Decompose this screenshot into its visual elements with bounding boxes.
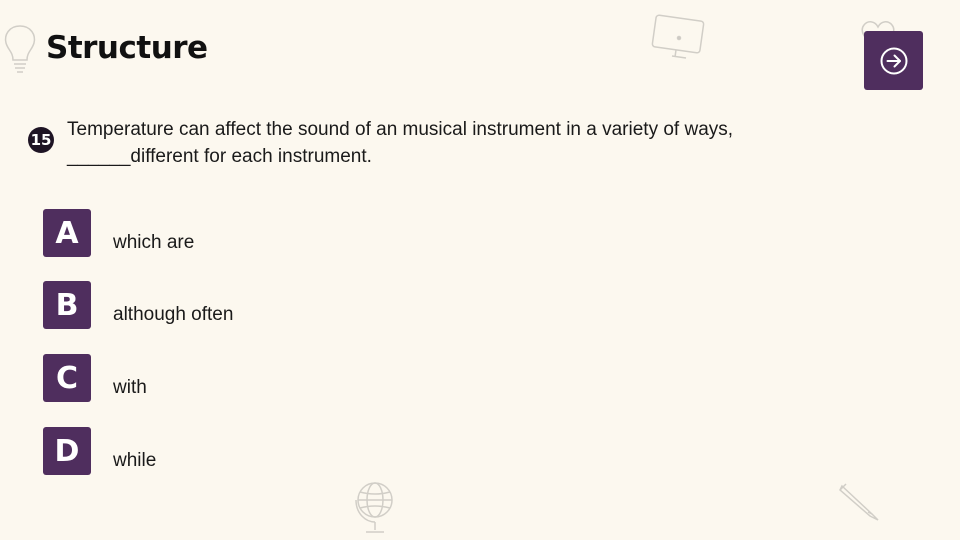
question-text-line-2: ______different for each instrument. [67, 146, 372, 167]
option-b-letter: B [43, 281, 91, 329]
option-c-letter: C [43, 354, 91, 402]
page-title: Structure [46, 30, 208, 66]
monitor-icon [648, 14, 708, 64]
option-a-letter: A [43, 209, 91, 257]
option-d[interactable]: D while [43, 427, 156, 475]
option-c-text: with [113, 377, 147, 398]
option-d-text: while [113, 450, 157, 471]
question-text-line-1: Temperature can affect the sound of an m… [67, 119, 734, 140]
globe-icon [352, 478, 398, 536]
arrow-right-circle-icon [880, 47, 907, 74]
lightbulb-icon [0, 22, 40, 74]
question-text: Temperature can affect the sound of an m… [67, 116, 827, 170]
pencil-icon [836, 480, 882, 524]
next-button[interactable] [864, 31, 923, 90]
option-a-text: which are [113, 232, 195, 253]
option-b[interactable]: B although often [43, 281, 233, 329]
option-b-text: although often [113, 304, 234, 325]
question-number-badge: 15 [28, 127, 54, 153]
option-d-letter: D [43, 427, 91, 475]
option-c[interactable]: C with [43, 354, 147, 402]
option-a[interactable]: A which are [43, 209, 194, 257]
